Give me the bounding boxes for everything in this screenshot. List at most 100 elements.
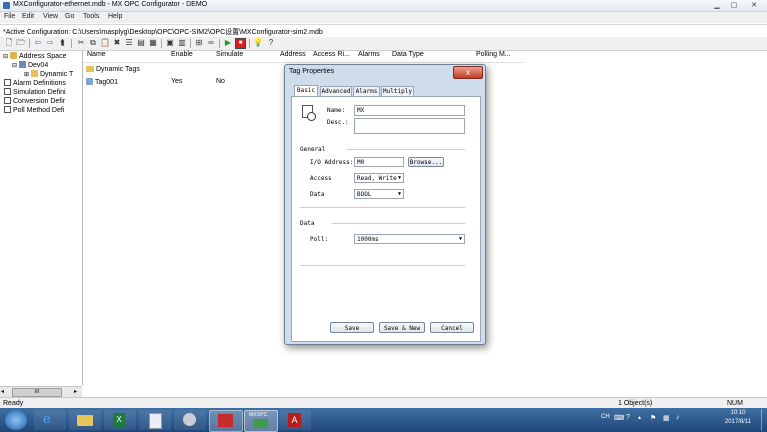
browse-button[interactable]: Browse... [408, 157, 444, 167]
folder-icon [86, 66, 94, 72]
dropdown-arrow-icon: ▼ [458, 236, 462, 242]
volume-icon[interactable]: ♪ [676, 414, 680, 421]
device-icon[interactable]: ▥ [177, 38, 187, 48]
list-view-icon[interactable]: ▤ [136, 38, 146, 48]
column-header-polling-method[interactable]: Polling M... [476, 51, 511, 62]
tree-horizontal-scrollbar[interactable]: ◂ III ▸ [0, 386, 82, 397]
name-field[interactable]: MX [354, 105, 465, 116]
document-app-icon[interactable] [139, 410, 171, 430]
status-text: Ready [3, 400, 24, 407]
cancel-button[interactable]: Cancel [430, 322, 474, 333]
minimize-icon[interactable]: ▁ [711, 1, 723, 10]
tree-item-label: Address Space [18, 53, 67, 60]
properties-icon[interactable]: ☰ [124, 38, 134, 48]
scroll-left-icon[interactable]: ◂ [1, 388, 4, 395]
expand-icon[interactable]: ⊞ [24, 72, 29, 78]
mxopc-app-icon[interactable]: MXOPC [244, 410, 278, 432]
clock-date[interactable]: 2017/8/11 [717, 419, 759, 425]
tree-item-label: Alarm Definitions [13, 80, 66, 87]
list-item[interactable]: Dynamic Tags [86, 66, 140, 73]
menu-view[interactable]: View [43, 13, 58, 20]
save-button[interactable]: Save [330, 322, 374, 333]
data-type-select-value: BOOL [357, 191, 372, 198]
run-icon[interactable]: ▶ [223, 38, 233, 48]
tree-item-dynamic-tags[interactable]: ⊞ Dynamic T [24, 70, 82, 78]
io-address-field[interactable]: M0 [354, 157, 404, 167]
menu-edit[interactable]: Edit [22, 13, 34, 20]
access-label: Access [310, 175, 332, 182]
internet-explorer-icon[interactable]: e [34, 410, 66, 430]
column-header-name[interactable]: Name [87, 51, 106, 62]
back-arrow-icon[interactable]: ⇦ [33, 38, 43, 48]
device-icon [18, 61, 26, 68]
opc-server-icon[interactable]: ▣ [165, 38, 175, 48]
desc-field[interactable] [354, 118, 465, 134]
close-icon[interactable]: ✕ [748, 1, 760, 10]
forward-arrow-icon[interactable]: ⇨ [45, 38, 55, 48]
tree-item-poll-method-definitions[interactable]: Poll Method Defi [4, 106, 64, 114]
data-type-select[interactable]: BOOL ▼ [354, 189, 404, 199]
maximize-icon[interactable]: ▢ [728, 1, 740, 10]
dialog-close-button[interactable]: x [453, 66, 483, 79]
column-header-access-rights[interactable]: Access Ri... [313, 51, 350, 62]
network-icon[interactable]: ▦ [663, 414, 670, 422]
tree-item-simulation-definitions[interactable]: Simulation Defini [4, 88, 66, 96]
tray-expand-icon[interactable]: ▴ [638, 414, 641, 421]
connect-icon[interactable]: ∞ [206, 38, 216, 48]
start-button-icon[interactable] [5, 410, 27, 430]
excel-icon[interactable]: X [104, 410, 136, 430]
help-icon[interactable]: ? [626, 414, 630, 421]
open-folder-icon[interactable]: 🗁 [16, 38, 26, 48]
column-header-simulate[interactable]: Simulate [216, 51, 243, 62]
column-header-data-type[interactable]: Data Type [392, 51, 424, 62]
collapse-icon[interactable]: ⊟ [3, 54, 8, 60]
definition-icon [4, 79, 11, 86]
tree-item-conversion-definitions[interactable]: Conversion Defir [4, 97, 65, 105]
app-icon [3, 2, 10, 9]
action-center-icon[interactable]: ⚑ [650, 414, 656, 422]
list-item[interactable]: Tag001 [86, 78, 118, 86]
up-folder-icon[interactable]: ⮬ [58, 38, 68, 48]
new-file-icon[interactable]: 🗋 [4, 38, 14, 48]
help-icon[interactable]: ? [266, 38, 276, 48]
tree-item-address-space[interactable]: ⊟ Address Space [3, 52, 66, 60]
tree-item-label: Dynamic T [39, 71, 74, 78]
pdf-reader-icon[interactable]: A [279, 410, 311, 430]
mxopc-app-label: MXOPC [249, 412, 268, 418]
stop-icon[interactable]: ■ [235, 38, 246, 49]
menu-file[interactable]: File [4, 13, 15, 20]
show-desktop-button[interactable] [761, 409, 767, 431]
address-space-tree: ⊟ Address Space ⊟ Dev04 ⊞ Dynamic T Alar… [0, 51, 83, 385]
column-header-address[interactable]: Address [280, 51, 306, 62]
tag-icon[interactable]: ⊞ [194, 38, 204, 48]
scroll-right-icon[interactable]: ▸ [74, 388, 77, 395]
column-header-alarms[interactable]: Alarms [358, 51, 380, 62]
clock-time[interactable]: 10:10 [717, 410, 759, 416]
copy-icon[interactable]: ⧉ [88, 38, 98, 48]
name-label: Name: [327, 107, 346, 114]
access-select[interactable]: Read, Write ▼ [354, 173, 404, 183]
collapse-icon[interactable]: ⊟ [12, 63, 17, 69]
section-divider [332, 223, 465, 224]
keyboard-icon[interactable]: ⌨ [614, 414, 624, 422]
file-explorer-icon[interactable] [69, 410, 101, 430]
window-title-bar: MXConfigurator-ethernet.mdb - MX OPC Con… [0, 0, 767, 12]
tree-item-dev04[interactable]: ⊟ Dev04 [12, 61, 48, 69]
delete-icon[interactable]: ✖ [112, 38, 122, 48]
save-and-new-button[interactable]: Save & New [379, 322, 425, 333]
details-view-icon[interactable]: ▦ [148, 38, 158, 48]
paste-icon[interactable]: 📋 [100, 38, 110, 48]
column-header-enable[interactable]: Enable [171, 51, 193, 62]
network-tool-icon[interactable] [174, 410, 206, 430]
cut-icon[interactable]: ✂ [76, 38, 86, 48]
input-language[interactable]: CH [601, 414, 610, 420]
scrollbar-thumb[interactable]: III [12, 388, 62, 397]
hint-bulb-icon[interactable]: 💡 [253, 38, 263, 48]
tree-item-alarm-definitions[interactable]: Alarm Definitions [4, 79, 66, 87]
menu-go[interactable]: Go [65, 13, 74, 20]
plc-app-icon[interactable] [209, 410, 243, 432]
menu-tools[interactable]: Tools [83, 13, 99, 20]
poll-select[interactable]: 1000ms ▼ [354, 234, 465, 244]
menu-help[interactable]: Help [108, 13, 122, 20]
definition-icon [4, 88, 11, 95]
